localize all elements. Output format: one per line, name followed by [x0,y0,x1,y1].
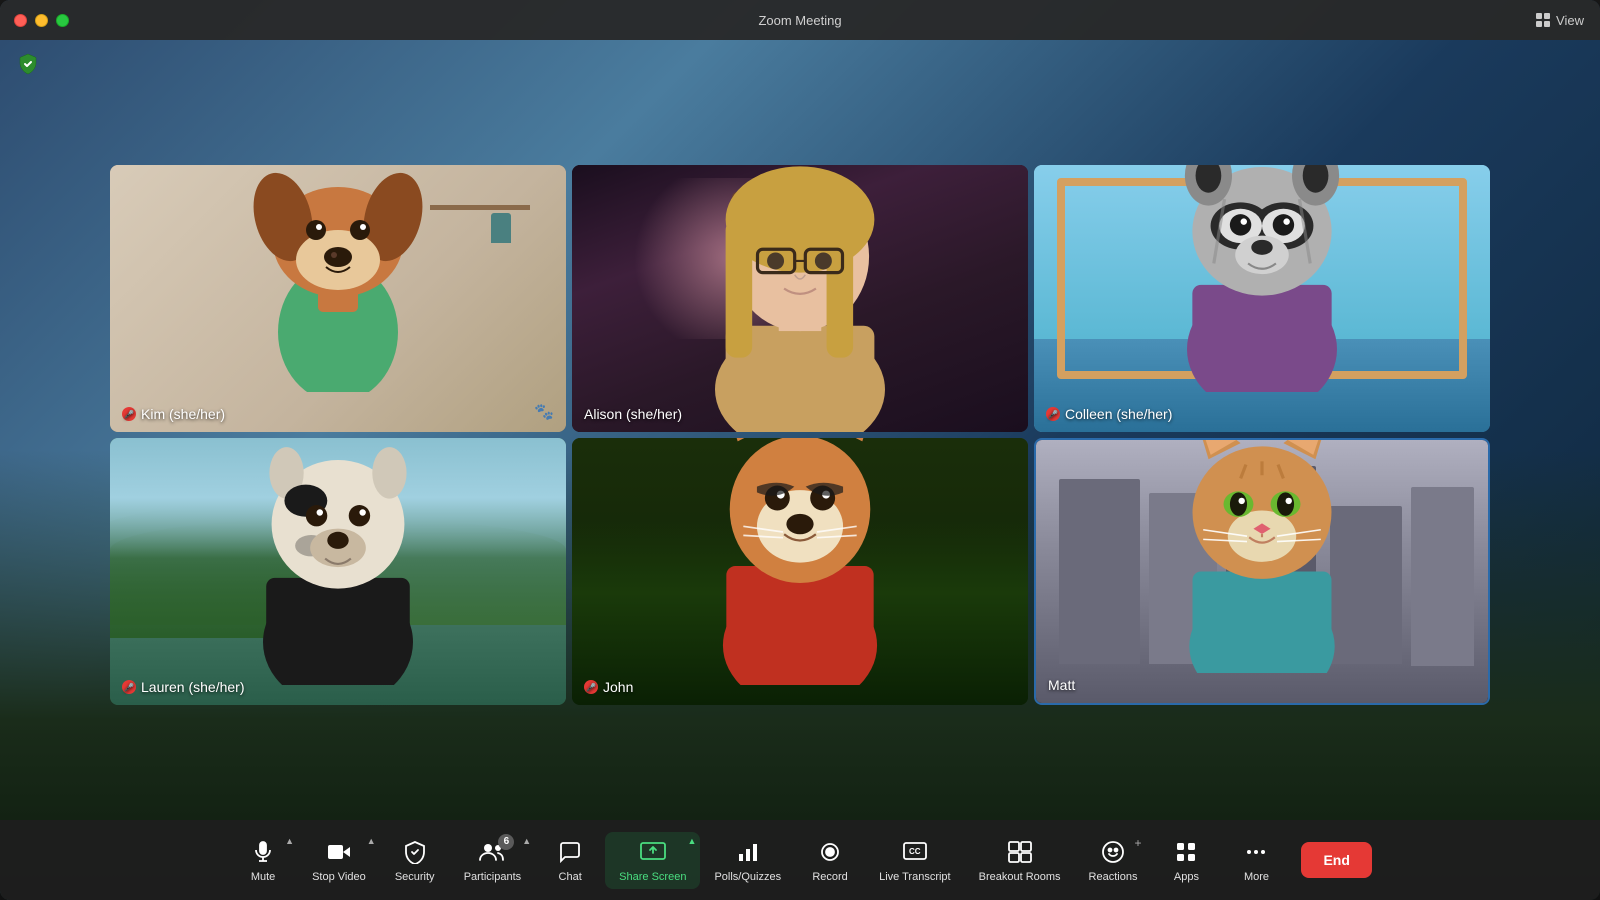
title-bar: Zoom Meeting View [0,0,1600,40]
stop-video-button[interactable]: ▲ Stop Video [298,832,380,889]
more-label: More [1244,871,1269,883]
close-button[interactable] [14,14,27,27]
reactions-icon [1099,838,1127,866]
participant-name-alison: Alison (she/her) [584,406,682,422]
live-transcript-icon: CC [901,838,929,866]
mute-chevron[interactable]: ▲ [285,836,294,846]
participant-name-kim: 🎤 Kim (she/her) [122,406,225,422]
record-icon [816,838,844,866]
polls-button[interactable]: Polls/Quizzes [700,832,795,889]
participant-name-lauren: 🎤 Lauren (she/her) [122,679,245,695]
view-button[interactable]: View [1535,12,1584,28]
raccoon-avatar-svg [1132,165,1392,392]
mute-indicator-kim: 🎤 [122,407,136,421]
shield-icon [18,53,38,75]
share-screen-chevron[interactable]: ▲ [688,836,697,846]
participants-chevron[interactable]: ▲ [522,836,531,846]
mute-indicator-john: 🎤 [584,680,598,694]
security-button[interactable]: Security [380,832,450,889]
participant-tile-colleen[interactable]: 🎤 Colleen (she/her) [1034,165,1490,432]
view-label: View [1556,13,1584,28]
participants-count-badge: 6 [498,834,514,850]
apps-label: Apps [1174,871,1199,883]
maximize-button[interactable] [56,14,69,27]
breakout-rooms-button[interactable]: Breakout Rooms [965,832,1075,889]
video-grid-container: 🎤 Kim (she/her) 🐾 [0,40,1600,820]
video-chevron[interactable]: ▲ [367,836,376,846]
minimize-button[interactable] [35,14,48,27]
polls-icon [734,838,762,866]
breakout-rooms-icon [1006,838,1034,866]
chat-icon [556,838,584,866]
more-button[interactable]: More [1221,832,1291,889]
fox-avatar-svg [670,438,930,685]
apps-icon [1172,838,1200,866]
participant-tile-kim[interactable]: 🎤 Kim (she/her) 🐾 [110,165,566,432]
security-label: Security [395,871,435,883]
end-button[interactable]: End [1301,842,1371,878]
video-grid: 🎤 Kim (she/her) 🐾 [110,165,1490,705]
security-badge [16,52,40,76]
participants-icon-wrapper: 6 [478,838,506,866]
record-button[interactable]: Record [795,832,865,889]
chat-button[interactable]: Chat [535,832,605,889]
zoom-window: Zoom Meeting View [0,0,1600,900]
participant-tile-john[interactable]: 🎤 John [572,438,1028,705]
mute-indicator-lauren: 🎤 [122,680,136,694]
live-transcript-label: Live Transcript [879,871,951,883]
camera-off-icon-kim: 🐾 [534,402,554,422]
breakout-rooms-label: Breakout Rooms [979,871,1061,883]
participant-tile-alison[interactable]: Alison (she/her) [572,165,1028,432]
share-screen-icon [639,838,667,866]
security-toolbar-icon [401,838,429,866]
more-icon [1242,838,1270,866]
polls-label: Polls/Quizzes [714,871,781,883]
share-screen-button[interactable]: ▲ Share Screen [605,832,700,889]
video-icon [325,838,353,866]
traffic-lights [14,14,69,27]
svg-text:CC: CC [909,847,921,856]
share-screen-label: Share Screen [619,871,686,883]
alison-avatar-svg [650,165,950,432]
participant-tile-lauren[interactable]: 🎤 Lauren (she/her) [110,438,566,705]
stop-video-label: Stop Video [312,871,366,883]
reactions-label: Reactions [1089,871,1138,883]
participant-name-john: 🎤 John [584,679,633,695]
record-label: Record [812,871,847,883]
window-title: Zoom Meeting [758,13,841,28]
mute-label: Mute [251,871,275,883]
participants-button[interactable]: 6 ▲ Participants [450,832,535,889]
mute-indicator-colleen: 🎤 [1046,407,1060,421]
participants-label: Participants [464,871,521,883]
toolbar: ▲ Mute ▲ Stop Video [0,820,1600,900]
apps-button[interactable]: Apps [1151,832,1221,889]
live-transcript-button[interactable]: CC Live Transcript [865,832,965,889]
participant-name-colleen: 🎤 Colleen (she/her) [1046,406,1172,422]
dog-avatar-svg [228,165,448,392]
mute-button[interactable]: ▲ Mute [228,832,298,889]
participant-name-matt: Matt [1048,677,1075,693]
microphone-icon [249,838,277,866]
participant-tile-matt[interactable]: Matt [1034,438,1490,705]
reactions-button[interactable]: + Reactions [1075,832,1152,889]
main-content: 🎤 Kim (she/her) 🐾 [0,40,1600,900]
cat-avatar-svg [1132,438,1392,673]
grid-icon [1535,12,1551,28]
reactions-add-icon: + [1134,836,1141,850]
skunk-avatar-svg [218,438,458,685]
chat-label: Chat [559,871,582,883]
